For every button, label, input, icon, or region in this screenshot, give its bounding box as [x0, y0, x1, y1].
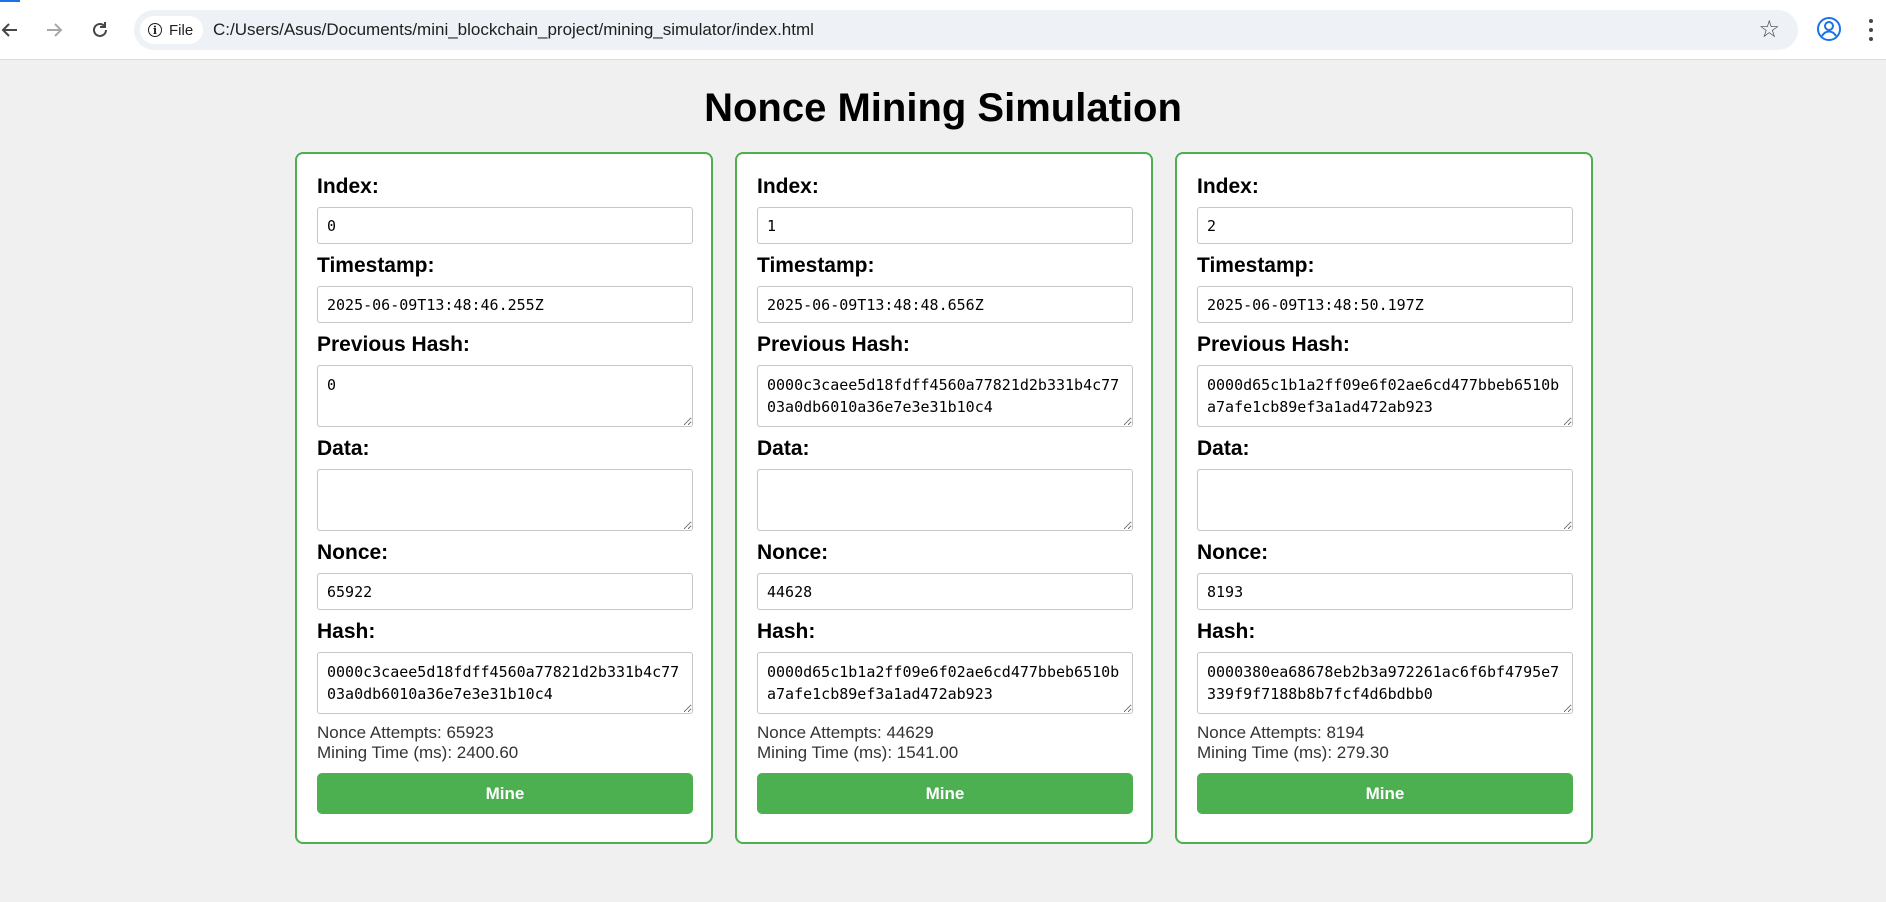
mine-button[interactable]: Mine: [757, 773, 1133, 814]
index-field[interactable]: [757, 207, 1133, 244]
index-label: Index:: [757, 175, 819, 198]
data-label: Data:: [1197, 437, 1250, 460]
data-field[interactable]: [317, 469, 693, 531]
nonce-field[interactable]: [317, 573, 693, 610]
nonce-label: Nonce:: [757, 541, 829, 564]
nonce-field[interactable]: [757, 573, 1133, 610]
hash-field[interactable]: 0000380ea68678eb2b3a972261ac6f6bf4795e73…: [1197, 652, 1573, 714]
timestamp-field[interactable]: [1197, 286, 1573, 323]
index-label: Index:: [317, 175, 379, 198]
nonce-label: Nonce:: [1197, 541, 1269, 564]
info-icon: i: [148, 23, 162, 37]
mine-button[interactable]: Mine: [317, 773, 693, 814]
previous-hash-label: Previous Hash:: [317, 333, 470, 356]
hash-label: Hash:: [757, 620, 816, 643]
mining-time-text: Mining Time (ms): 2400.60: [317, 743, 519, 762]
block-card: Index: Timestamp: Previous Hash: 0000c3c…: [735, 152, 1153, 844]
reload-icon[interactable]: [82, 12, 118, 48]
hash-label: Hash:: [317, 620, 376, 643]
timestamp-label: Timestamp:: [757, 254, 875, 277]
timestamp-field[interactable]: [757, 286, 1133, 323]
data-field[interactable]: [757, 469, 1133, 531]
mining-stats: Nonce Attempts: 44629 Mining Time (ms): …: [757, 723, 1133, 763]
nonce-attempts-text: Nonce Attempts: 44629: [757, 723, 934, 742]
address-bar[interactable]: i File C:/Users/Asus/Documents/mini_bloc…: [134, 10, 1798, 50]
back-arrow-icon[interactable]: [0, 12, 28, 48]
hash-field[interactable]: 0000c3caee5d18fdff4560a77821d2b331b4c770…: [317, 652, 693, 714]
browser-toolbar: i File C:/Users/Asus/Documents/mini_bloc…: [0, 0, 1886, 60]
mining-stats: Nonce Attempts: 8194 Mining Time (ms): 2…: [1197, 723, 1573, 763]
timestamp-field[interactable]: [317, 286, 693, 323]
forward-arrow-icon[interactable]: [36, 12, 72, 48]
site-info-label: File: [169, 21, 194, 39]
tab-strip-indicator: [0, 0, 20, 2]
mining-time-text: Mining Time (ms): 1541.00: [757, 743, 959, 762]
nonce-attempts-text: Nonce Attempts: 65923: [317, 723, 494, 742]
blocks-container: Index: Timestamp: Previous Hash: 0 Data:…: [295, 152, 1593, 844]
mining-time-text: Mining Time (ms): 279.30: [1197, 743, 1389, 762]
profile-icon[interactable]: [1816, 16, 1842, 42]
data-field[interactable]: [1197, 469, 1573, 531]
previous-hash-field[interactable]: 0000d65c1b1a2ff09e6f02ae6cd477bbeb6510ba…: [1197, 365, 1573, 427]
previous-hash-field[interactable]: 0000c3caee5d18fdff4560a77821d2b331b4c770…: [757, 365, 1133, 427]
index-label: Index:: [1197, 175, 1259, 198]
url-text[interactable]: C:/Users/Asus/Documents/mini_blockchain_…: [213, 10, 814, 50]
nonce-field[interactable]: [1197, 573, 1573, 610]
previous-hash-label: Previous Hash:: [1197, 333, 1350, 356]
index-field[interactable]: [1197, 207, 1573, 244]
more-vert-icon[interactable]: [1866, 16, 1876, 44]
timestamp-label: Timestamp:: [317, 254, 435, 277]
block-card: Index: Timestamp: Previous Hash: 0 Data:…: [295, 152, 713, 844]
nonce-attempts-text: Nonce Attempts: 8194: [1197, 723, 1365, 742]
nonce-label: Nonce:: [317, 541, 389, 564]
mine-button[interactable]: Mine: [1197, 773, 1573, 814]
block-card: Index: Timestamp: Previous Hash: 0000d65…: [1175, 152, 1593, 844]
star-icon[interactable]: ☆: [1758, 17, 1780, 43]
site-info-chip[interactable]: i File: [140, 16, 204, 44]
hash-field[interactable]: 0000d65c1b1a2ff09e6f02ae6cd477bbeb6510ba…: [757, 652, 1133, 714]
previous-hash-field[interactable]: 0: [317, 365, 693, 427]
hash-label: Hash:: [1197, 620, 1256, 643]
page-title: Nonce Mining Simulation: [704, 86, 1182, 130]
data-label: Data:: [317, 437, 370, 460]
data-label: Data:: [757, 437, 810, 460]
index-field[interactable]: [317, 207, 693, 244]
timestamp-label: Timestamp:: [1197, 254, 1315, 277]
previous-hash-label: Previous Hash:: [757, 333, 910, 356]
mining-stats: Nonce Attempts: 65923 Mining Time (ms): …: [317, 723, 693, 763]
